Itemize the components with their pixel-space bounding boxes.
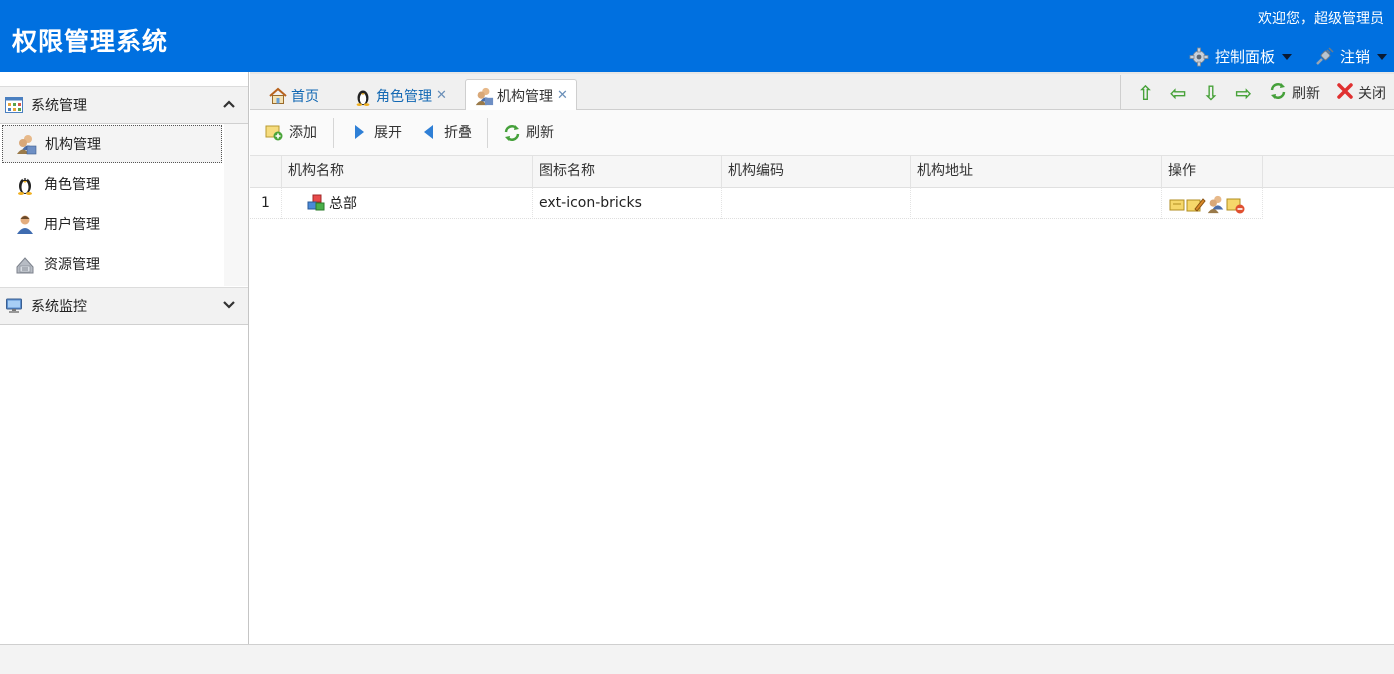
add-label: 添加 [289, 125, 317, 141]
toolbar-divider [487, 118, 488, 148]
control-panel-label: 控制面板 [1215, 48, 1276, 66]
org-name: 总部 [329, 195, 357, 212]
tab-bar: 首页 角色管理 ✕ 机构管理 ✕ ⇧ ⇦ ⇩ ⇨ 刷新 关闭 [250, 72, 1394, 112]
delete-icon[interactable] [1226, 195, 1246, 213]
welcome-text: 欢迎您，超级管理员 [1258, 11, 1384, 27]
tab-close-button[interactable]: 关闭 [1336, 82, 1386, 104]
sidebar-item-label: 资源管理 [44, 257, 100, 273]
chevron-down-icon [1282, 53, 1293, 60]
sidebar-item-label: 机构管理 [45, 137, 101, 153]
logout-label: 注销 [1340, 48, 1371, 66]
group-icon [474, 86, 494, 106]
monitor-icon [5, 298, 23, 314]
sidebar-item-label: 角色管理 [44, 177, 100, 193]
accordion-label: 系统监控 [31, 299, 87, 315]
control-panel-menu[interactable]: 控制面板 [1189, 46, 1293, 67]
move-down-button[interactable]: ⇩ [1202, 81, 1219, 105]
tab-refresh-button[interactable]: 刷新 [1268, 81, 1320, 105]
sidebar-item-user-management[interactable]: 用户管理 [2, 205, 222, 243]
expand-button[interactable]: 展开 [350, 122, 402, 142]
arrow-right-icon: ⇨ [1235, 80, 1252, 105]
view-icon[interactable] [1168, 195, 1186, 213]
edit-icon[interactable] [1186, 195, 1206, 213]
actions-cell [1162, 188, 1263, 219]
tab-label: 角色管理 [376, 88, 432, 105]
tab-tools: ⇧ ⇦ ⇩ ⇨ 刷新 关闭 [1119, 75, 1394, 110]
grant-icon[interactable] [1206, 194, 1226, 214]
tab-label: 首页 [291, 88, 319, 105]
sidebar-item-label: 用户管理 [44, 217, 100, 233]
penguin-icon [14, 173, 36, 195]
arrow-left-icon: ⇦ [1169, 80, 1187, 105]
close-icon[interactable]: ✕ [557, 88, 568, 103]
sidebar-item-role-management[interactable]: 角色管理 [2, 165, 222, 203]
sidebar: 系统管理 机构管理 角色管理 用户管理 资源管理 系统监控 [0, 72, 249, 644]
app-header: 权限管理系统 欢迎您，超级管理员 控制面板 注销 [0, 0, 1394, 72]
icon-name-cell: ext-icon-bricks [533, 188, 722, 219]
collapse-label: 折叠 [444, 125, 472, 141]
grid-app-icon [5, 97, 23, 113]
move-right-button[interactable]: ⇨ [1235, 81, 1252, 105]
arrow-down-icon: ⇩ [1202, 80, 1220, 105]
arrow-up-icon: ⇧ [1136, 80, 1154, 105]
column-header[interactable]: 机构名称 [282, 156, 533, 188]
chevron-up-icon[interactable] [222, 97, 236, 111]
column-header[interactable]: 机构编码 [722, 156, 911, 188]
tab-org-management[interactable]: 机构管理 ✕ [465, 79, 577, 112]
logout-menu[interactable]: 注销 [1314, 46, 1388, 67]
chevron-down-icon[interactable] [222, 298, 236, 312]
triangle-left-icon [420, 123, 438, 141]
column-header[interactable]: 机构地址 [911, 156, 1162, 188]
accordion-body-system-management: 机构管理 角色管理 用户管理 资源管理 [0, 124, 224, 286]
sidebar-scroll-area [224, 124, 248, 286]
tab-refresh-label: 刷新 [1292, 85, 1320, 102]
grid-toolbar: 添加 展开 折叠 刷新 [250, 110, 1394, 156]
org-address-cell [911, 188, 1162, 219]
org-name-cell: 总部 [282, 188, 533, 219]
home-icon [268, 86, 288, 106]
column-header[interactable]: 操作 [1162, 156, 1263, 188]
gear-icon [1189, 47, 1209, 67]
accordion-label: 系统管理 [31, 98, 87, 114]
group-icon [15, 133, 37, 155]
row-number: 1 [250, 188, 282, 219]
add-button[interactable]: 添加 [265, 122, 317, 142]
grid-header: 机构名称 图标名称 机构编码 机构地址 操作 [250, 156, 1394, 188]
triangle-right-icon [350, 123, 368, 141]
table-row[interactable]: 1 总部 ext-icon-bricks [250, 188, 1263, 219]
bricks-icon [306, 194, 326, 214]
row-number-header [250, 156, 282, 188]
refresh-icon [1268, 81, 1288, 105]
tab-home[interactable]: 首页 [260, 79, 327, 112]
chevron-down-icon [1377, 53, 1388, 60]
user-icon [14, 213, 36, 235]
refresh-label: 刷新 [526, 125, 554, 141]
close-icon [1336, 82, 1354, 104]
add-icon [265, 123, 283, 141]
close-icon[interactable]: ✕ [436, 88, 447, 103]
tab-label: 机构管理 [497, 88, 553, 105]
expand-label: 展开 [374, 125, 402, 141]
move-left-button[interactable]: ⇦ [1170, 81, 1187, 105]
column-header[interactable]: 图标名称 [533, 156, 722, 188]
status-footer [0, 644, 1394, 674]
plug-icon [1314, 46, 1334, 67]
tab-close-label: 关闭 [1358, 85, 1386, 102]
penguin-icon [353, 86, 373, 106]
org-code-cell [722, 188, 911, 219]
toolbar-divider [333, 118, 334, 148]
tab-role-management[interactable]: 角色管理 ✕ [345, 79, 455, 112]
move-up-button[interactable]: ⇧ [1137, 81, 1154, 105]
collapse-button[interactable]: 折叠 [420, 122, 472, 142]
accordion-system-management[interactable]: 系统管理 [0, 86, 248, 124]
sidebar-item-resource-management[interactable]: 资源管理 [2, 245, 222, 283]
refresh-button[interactable]: 刷新 [502, 122, 554, 142]
app-title: 权限管理系统 [12, 27, 169, 56]
refresh-icon [502, 123, 520, 141]
accordion-system-monitor[interactable]: 系统监控 [0, 287, 248, 325]
sidebar-item-org-management[interactable]: 机构管理 [2, 125, 222, 163]
database-icon [14, 253, 36, 275]
